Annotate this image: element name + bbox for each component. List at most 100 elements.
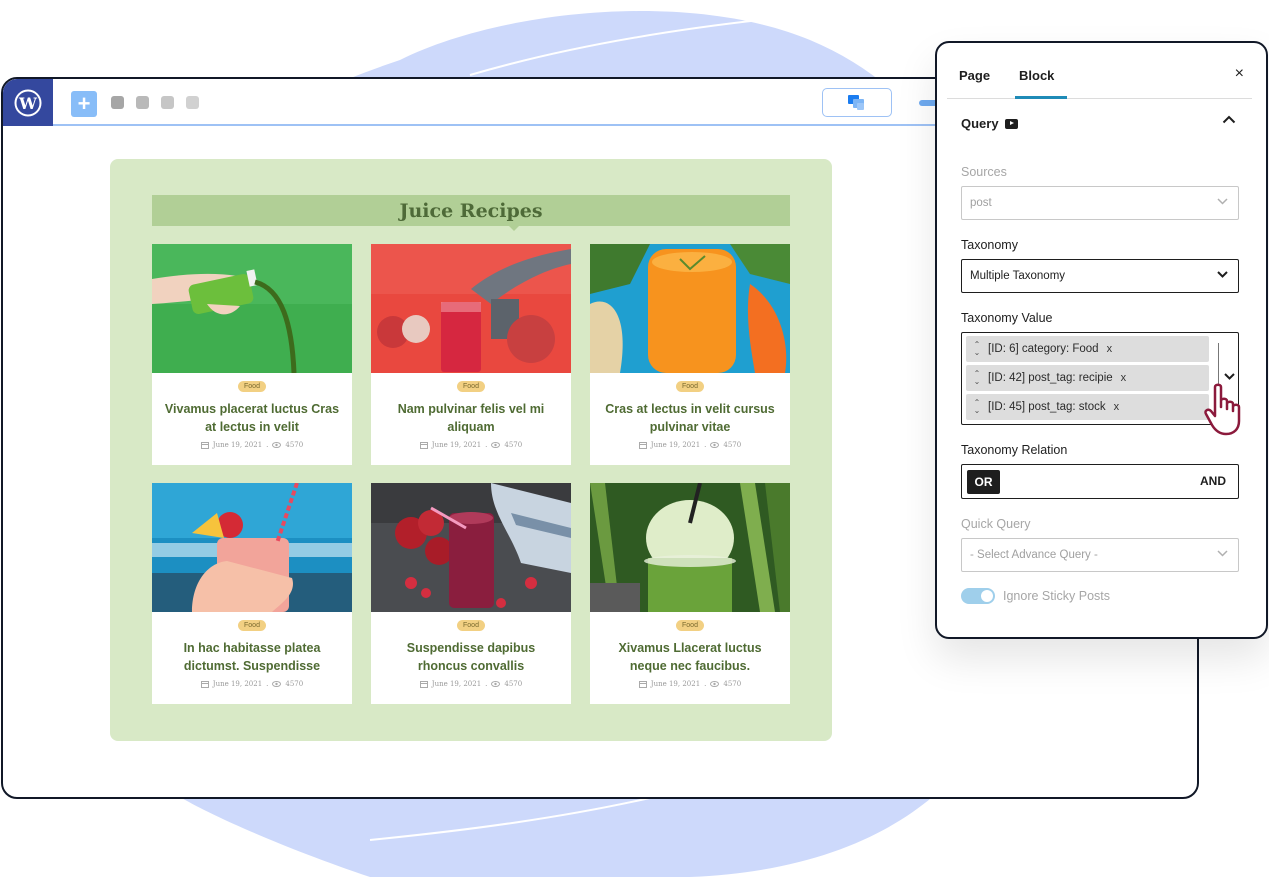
post-title[interactable]: Xivamus Llacerat luctus neque nec faucib… — [600, 639, 780, 675]
post-card[interactable]: Food Cras at lectus in velit cursus pulv… — [590, 244, 790, 465]
post-meta: June 19, 2021 . 4570 — [419, 680, 523, 688]
post-meta: June 19, 2021 . 4570 — [638, 680, 742, 688]
post-views: 4570 — [723, 680, 742, 688]
eye-icon — [272, 442, 282, 448]
post-meta: June 19, 2021 . 4570 — [200, 441, 303, 449]
eye-icon — [491, 681, 501, 687]
toggle-knob — [981, 590, 993, 602]
calendar-icon — [419, 441, 428, 449]
post-meta: June 19, 2021 . 4570 — [419, 441, 523, 449]
post-title[interactable]: In hac habitasse platea dictumst. Suspen… — [162, 639, 342, 675]
post-meta: June 19, 2021 . 4570 — [200, 680, 303, 688]
ignore-sticky-label: Ignore Sticky Posts — [1003, 589, 1110, 603]
taxonomy-select[interactable]: Multiple Taxonomy — [961, 259, 1239, 293]
toolbar-placeholder-3[interactable] — [161, 96, 174, 109]
post-card[interactable]: Food In hac habitasse platea dictumst. S… — [152, 483, 352, 704]
chevron-down-icon[interactable] — [1224, 373, 1235, 380]
chevron-up-icon[interactable] — [1222, 115, 1236, 124]
post-title[interactable]: Suspendisse dapibus rhoncus convallis — [381, 639, 561, 675]
meta-separator: . — [266, 441, 269, 449]
relation-or-button[interactable]: OR — [967, 470, 1000, 494]
post-card[interactable]: Food Suspendisse dapibus rhoncus convall… — [371, 483, 571, 704]
ignore-sticky-toggle[interactable] — [961, 588, 995, 604]
sources-value: post — [970, 197, 992, 209]
sidebar-tabs: Page Block × — [947, 43, 1252, 99]
post-views: 4570 — [504, 441, 523, 449]
post-date: June 19, 2021 — [431, 680, 482, 688]
chevron-down-icon — [1217, 198, 1228, 205]
post-title[interactable]: Vivamus placerat luctus Cras at lectus i… — [162, 400, 342, 436]
relation-and-button[interactable]: AND — [1200, 474, 1226, 488]
post-image-berry-smoothie[interactable] — [371, 483, 571, 612]
quick-query-label: Quick Query — [961, 517, 1031, 531]
query-section-title: Query — [961, 116, 999, 131]
taxonomy-token[interactable]: ⌃ ⌄ [ID: 6] category: Food x — [966, 336, 1209, 362]
remove-token-icon[interactable]: x — [1107, 343, 1113, 355]
post-grid-block[interactable]: Juice Recipes Food Vivamus placerat luct… — [110, 159, 832, 741]
taxonomy-relation-toggle: OR AND — [961, 464, 1239, 499]
video-tutorial-icon[interactable] — [1004, 118, 1018, 129]
post-card[interactable]: Food Nam pulvinar felis vel mi aliquam J… — [371, 244, 571, 465]
reorder-arrows-icon[interactable]: ⌃ ⌄ — [966, 341, 988, 357]
remove-token-icon[interactable]: x — [1121, 372, 1127, 384]
post-date: June 19, 2021 — [650, 680, 701, 688]
post-image-carrot-juice[interactable] — [590, 244, 790, 373]
category-badge[interactable]: Food — [238, 381, 266, 392]
toolbar-placeholder-1[interactable] — [111, 96, 124, 109]
token-label: [ID: 42] post_tag: recipie — [988, 372, 1113, 384]
token-label: [ID: 45] post_tag: stock — [988, 401, 1106, 413]
reorder-arrows-icon[interactable]: ⌃ ⌄ — [966, 399, 988, 415]
heading-notch — [509, 226, 519, 231]
tab-block[interactable]: Block — [1019, 68, 1054, 83]
category-badge[interactable]: Food — [238, 620, 266, 631]
toolbar-placeholder-2[interactable] — [136, 96, 149, 109]
category-badge[interactable]: Food — [457, 381, 485, 392]
block-settings-sidebar: Page Block × Query Sources post Taxonomy… — [935, 41, 1268, 639]
post-views: 4570 — [723, 441, 742, 449]
post-title[interactable]: Nam pulvinar felis vel mi aliquam — [381, 400, 561, 436]
category-badge[interactable]: Food — [676, 620, 704, 631]
eye-icon — [491, 442, 501, 448]
post-date: June 19, 2021 — [212, 680, 263, 688]
remove-token-icon[interactable]: x — [1114, 401, 1120, 413]
sources-select[interactable]: post — [961, 186, 1239, 220]
category-badge[interactable]: Food — [676, 381, 704, 392]
svg-text:W: W — [18, 94, 38, 113]
meta-separator: . — [485, 441, 488, 449]
post-image-strawberry-smoothie[interactable] — [152, 483, 352, 612]
ignore-sticky-row: Ignore Sticky Posts — [961, 588, 1110, 604]
taxonomy-value-multiselect[interactable]: ⌃ ⌄ [ID: 6] category: Food x ⌃ ⌄ [ID: 42] … — [961, 332, 1239, 425]
close-icon[interactable]: × — [1235, 65, 1244, 83]
meta-separator: . — [704, 680, 707, 688]
eye-icon — [710, 442, 720, 448]
post-card[interactable]: Food Xivamus Llacerat luctus neque nec f… — [590, 483, 790, 704]
block-heading[interactable]: Juice Recipes — [152, 195, 790, 231]
responsive-preview-icon — [848, 94, 864, 110]
calendar-icon — [200, 441, 209, 449]
taxonomy-relation-label: Taxonomy Relation — [961, 443, 1068, 457]
post-image-green-drink[interactable] — [590, 483, 790, 612]
add-block-button[interactable]: + — [71, 91, 97, 117]
post-image-green-juice[interactable] — [152, 244, 352, 373]
active-tab-indicator — [1015, 96, 1067, 99]
hand-pointer-cursor-icon — [1204, 383, 1241, 436]
tab-page[interactable]: Page — [959, 68, 990, 83]
category-badge[interactable]: Food — [457, 620, 485, 631]
post-image-pomegranate-juice[interactable] — [371, 244, 571, 373]
post-views: 4570 — [504, 680, 523, 688]
taxonomy-token[interactable]: ⌃ ⌄ [ID: 45] post_tag: stock x — [966, 394, 1209, 420]
taxonomy-token[interactable]: ⌃ ⌄ [ID: 42] post_tag: recipie x — [966, 365, 1209, 391]
post-card[interactable]: Food Vivamus placerat luctus Cras at lec… — [152, 244, 352, 465]
responsive-preview-button[interactable] — [822, 88, 892, 117]
reorder-arrows-icon[interactable]: ⌃ ⌄ — [966, 370, 988, 386]
calendar-icon — [200, 680, 209, 688]
post-date: June 19, 2021 — [650, 441, 701, 449]
toolbar-placeholder-4[interactable] — [186, 96, 199, 109]
chevron-down-icon — [1217, 271, 1228, 278]
taxonomy-value: Multiple Taxonomy — [970, 270, 1066, 282]
query-section-header[interactable]: Query — [961, 116, 1018, 131]
calendar-icon — [419, 680, 428, 688]
wordpress-logo-icon[interactable]: W — [3, 79, 53, 126]
post-title[interactable]: Cras at lectus in velit cursus pulvinar … — [600, 400, 780, 436]
quick-query-select[interactable]: - Select Advance Query - — [961, 538, 1239, 572]
